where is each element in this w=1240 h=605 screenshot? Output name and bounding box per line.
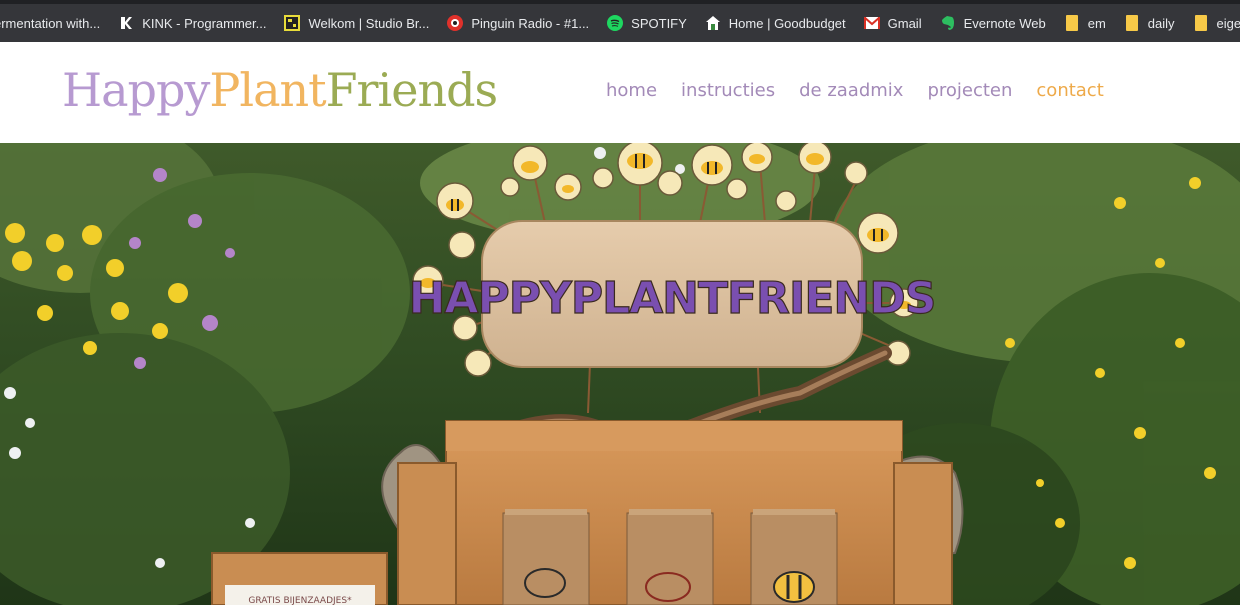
nav-home[interactable]: home — [606, 80, 657, 101]
evernote-icon — [940, 15, 956, 31]
nav-de-zaadmix[interactable]: de zaadmix — [799, 80, 903, 101]
pinguin-radio-icon — [447, 15, 464, 31]
gmail-icon — [863, 15, 880, 31]
bookmark-folder-daily[interactable]: daily — [1124, 9, 1183, 37]
bookmark-label: em — [1087, 15, 1106, 31]
bookmark-folder-em[interactable]: em — [1064, 9, 1114, 37]
studio-icon — [284, 15, 301, 31]
bookmark-label: daily — [1147, 15, 1175, 31]
goodbudget-icon — [705, 15, 721, 31]
bookmark-pinguin[interactable]: Pinguin Radio - #1... — [447, 9, 597, 37]
bookmark-label: Gmail — [887, 15, 922, 31]
bookmark-goodbudget[interactable]: Home | Goodbudget — [705, 9, 854, 37]
bookmark-label: ermentation with... — [0, 15, 101, 31]
bookmark-label: KINK - Programmer... — [142, 15, 267, 31]
bookmark-label: Pinguin Radio - #1... — [471, 15, 590, 31]
bookmark-studio[interactable]: Welkom | Studio Br... — [284, 9, 437, 37]
nav-contact[interactable]: contact — [1036, 80, 1103, 101]
bookmark-folder-eigen-site[interactable]: eigen site — [1193, 9, 1240, 37]
bookmark-label: Welkom | Studio Br... — [308, 15, 430, 31]
free-seeds-card: GRATIS BIJENZAADJES* — [248, 596, 352, 605]
logo-word-friends: Friends — [325, 63, 499, 117]
bookmarks-bar: ermentation with... KINK - Programmer...… — [0, 0, 1240, 42]
main-nav: home instructies de zaadmix projecten co… — [606, 80, 1104, 101]
seed-packets — [502, 509, 838, 605]
nav-projecten[interactable]: projecten — [927, 80, 1012, 101]
folder-icon — [1124, 15, 1140, 31]
bookmark-kink[interactable]: KINK - Programmer... — [118, 9, 274, 37]
hero-illustration: HAPPYPLANTFRIENDS GRATIS BIJENZAADJES* — [0, 143, 1240, 605]
bookmark-evernote[interactable]: Evernote Web — [940, 9, 1054, 37]
bookmark-label: Evernote Web — [963, 15, 1046, 31]
spotify-icon — [607, 15, 624, 31]
site-header: HappyPlantFriends home instructies de za… — [0, 42, 1240, 143]
nav-instructies[interactable]: instructies — [681, 80, 775, 101]
bookmark-fermentation[interactable]: ermentation with... — [0, 9, 108, 37]
bookmark-label: Home | Goodbudget — [728, 15, 846, 31]
bookmark-label: SPOTIFY — [631, 15, 687, 31]
folder-icon — [1064, 15, 1080, 31]
logo-word-happy: Happy — [62, 63, 210, 117]
bookmark-spotify[interactable]: SPOTIFY — [607, 9, 695, 37]
folder-icon — [1193, 15, 1209, 31]
hero-image: HAPPYPLANTFRIENDS GRATIS BIJENZAADJES* — [0, 143, 1240, 605]
bookmark-label: eigen site — [1216, 15, 1240, 31]
bookmark-gmail[interactable]: Gmail — [863, 9, 930, 37]
sign-text: HAPPYPLANTFRIENDS — [409, 273, 936, 324]
logo-word-plant: Plant — [209, 63, 326, 117]
kink-icon — [118, 15, 134, 31]
site-logo[interactable]: HappyPlantFriends — [62, 60, 499, 120]
